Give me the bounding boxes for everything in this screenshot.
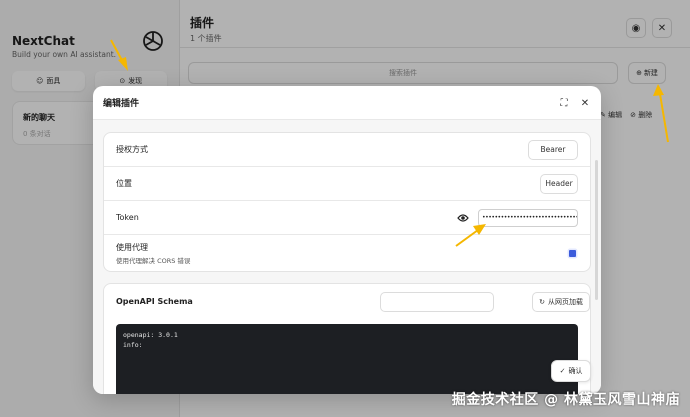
watermark: 掘金技术社区 @ 林黛玉风雪山神庙 bbox=[451, 392, 680, 408]
arrow-to-discover bbox=[110, 39, 128, 71]
arrow-to-new bbox=[653, 84, 669, 143]
annotation-arrows bbox=[110, 39, 669, 247]
arrow-to-token bbox=[455, 224, 486, 247]
